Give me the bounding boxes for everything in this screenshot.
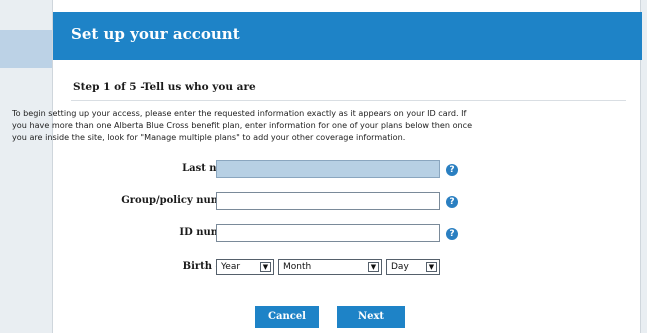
birth-year-select[interactable]: Year ▼ xyxy=(216,259,274,275)
intro-line-1: To begin setting up your access, please … xyxy=(12,108,467,118)
account-setup-card: Set up your account Step 1 of 5 -Tell us… xyxy=(12,0,642,333)
next-button[interactable]: Next xyxy=(337,306,405,328)
intro-line-2: you have more than one Alberta Blue Cros… xyxy=(12,120,473,130)
cancel-button[interactable]: Cancel xyxy=(255,306,319,328)
group-policy-field[interactable] xyxy=(216,192,440,210)
group-policy-help-icon[interactable]: ? xyxy=(446,196,458,208)
last-name-help-icon[interactable]: ? xyxy=(446,164,458,176)
intro-text: To begin setting up your access, please … xyxy=(12,107,647,143)
page-title: Set up your account xyxy=(53,12,642,60)
chevron-down-icon: ▼ xyxy=(368,262,379,272)
id-number-help-icon[interactable]: ? xyxy=(446,228,458,240)
chevron-down-icon: ▼ xyxy=(260,262,271,272)
birth-day-value: Day xyxy=(391,262,409,272)
birth-year-value: Year xyxy=(221,262,241,272)
last-name-field[interactable] xyxy=(216,160,440,178)
step-title: Step 1 of 5 -Tell us who you are xyxy=(73,81,256,93)
left-tab-accent xyxy=(0,30,60,68)
intro-line-3: you are inside the site, look for "Manag… xyxy=(12,132,406,142)
divider xyxy=(71,100,626,101)
birth-day-select[interactable]: Day ▼ xyxy=(386,259,440,275)
birth-month-select[interactable]: Month ▼ xyxy=(278,259,382,275)
chevron-down-icon: ▼ xyxy=(426,262,437,272)
id-number-field[interactable] xyxy=(216,224,440,242)
birth-month-value: Month xyxy=(283,262,312,272)
